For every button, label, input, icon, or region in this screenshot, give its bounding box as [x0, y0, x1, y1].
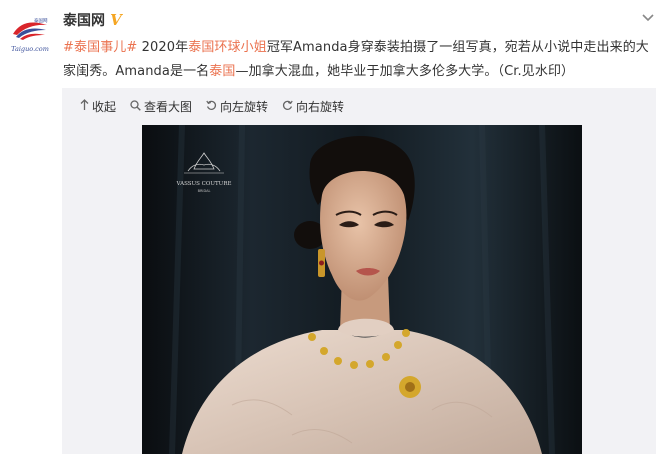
zoom-search-icon: [130, 99, 141, 113]
rotate-left-button[interactable]: 向左旋转: [206, 98, 268, 115]
rotate-left-icon: [206, 100, 217, 113]
topic-link-thailand[interactable]: 泰国: [209, 64, 235, 79]
svg-text:泰国网: 泰国网: [34, 17, 48, 24]
verified-v-icon: V: [110, 11, 122, 29]
rotate-right-label: 向右旋转: [296, 99, 345, 114]
rotate-right-button[interactable]: 向右旋转: [282, 98, 344, 115]
rotate-right-icon: [282, 100, 293, 113]
view-large-label: 查看大图: [144, 99, 193, 114]
collapse-button[interactable]: 收起: [80, 98, 116, 115]
watermark-sub-text: BRIDAL: [198, 189, 211, 193]
topic-link-miss-universe[interactable]: 泰国环球小姐: [188, 40, 267, 55]
more-chevron-icon[interactable]: [640, 12, 656, 24]
media-panel: 收起 查看大图 向左旋转 向右旋转 VASSUS COUTURE BRIDAL: [62, 88, 656, 454]
post-text-part-1: 2020年: [137, 40, 189, 55]
avatar-logo-text: Taiguo.com: [11, 44, 49, 53]
avatar[interactable]: 泰国网 Taiguo.com: [8, 12, 52, 56]
taiguo-logo-icon: 泰国网: [13, 17, 48, 40]
post-photo[interactable]: VASSUS COUTURE BRIDAL: [142, 125, 582, 454]
account-name[interactable]: 泰国网: [63, 10, 105, 30]
post-text-part-3: —加拿大混血，她毕业于加拿大多伦多大学。（Cr.见水印）: [235, 64, 575, 79]
account-name-row: 泰国网 V: [63, 10, 123, 30]
portrait-image: VASSUS COUTURE BRIDAL: [142, 125, 582, 454]
watermark-brand-text: VASSUS COUTURE: [176, 181, 232, 187]
hashtag-link[interactable]: #泰国事儿#: [63, 40, 137, 55]
media-toolbar: 收起 查看大图 向左旋转 向右旋转: [80, 97, 344, 115]
post-text: #泰国事儿# 2020年泰国环球小姐冠军Amanda身穿泰装拍摄了一组写真，宛若…: [63, 36, 653, 84]
collapse-label: 收起: [92, 99, 117, 114]
view-large-button[interactable]: 查看大图: [130, 98, 192, 115]
rotate-left-label: 向左旋转: [220, 99, 269, 114]
collapse-arrow-icon: [80, 99, 89, 113]
